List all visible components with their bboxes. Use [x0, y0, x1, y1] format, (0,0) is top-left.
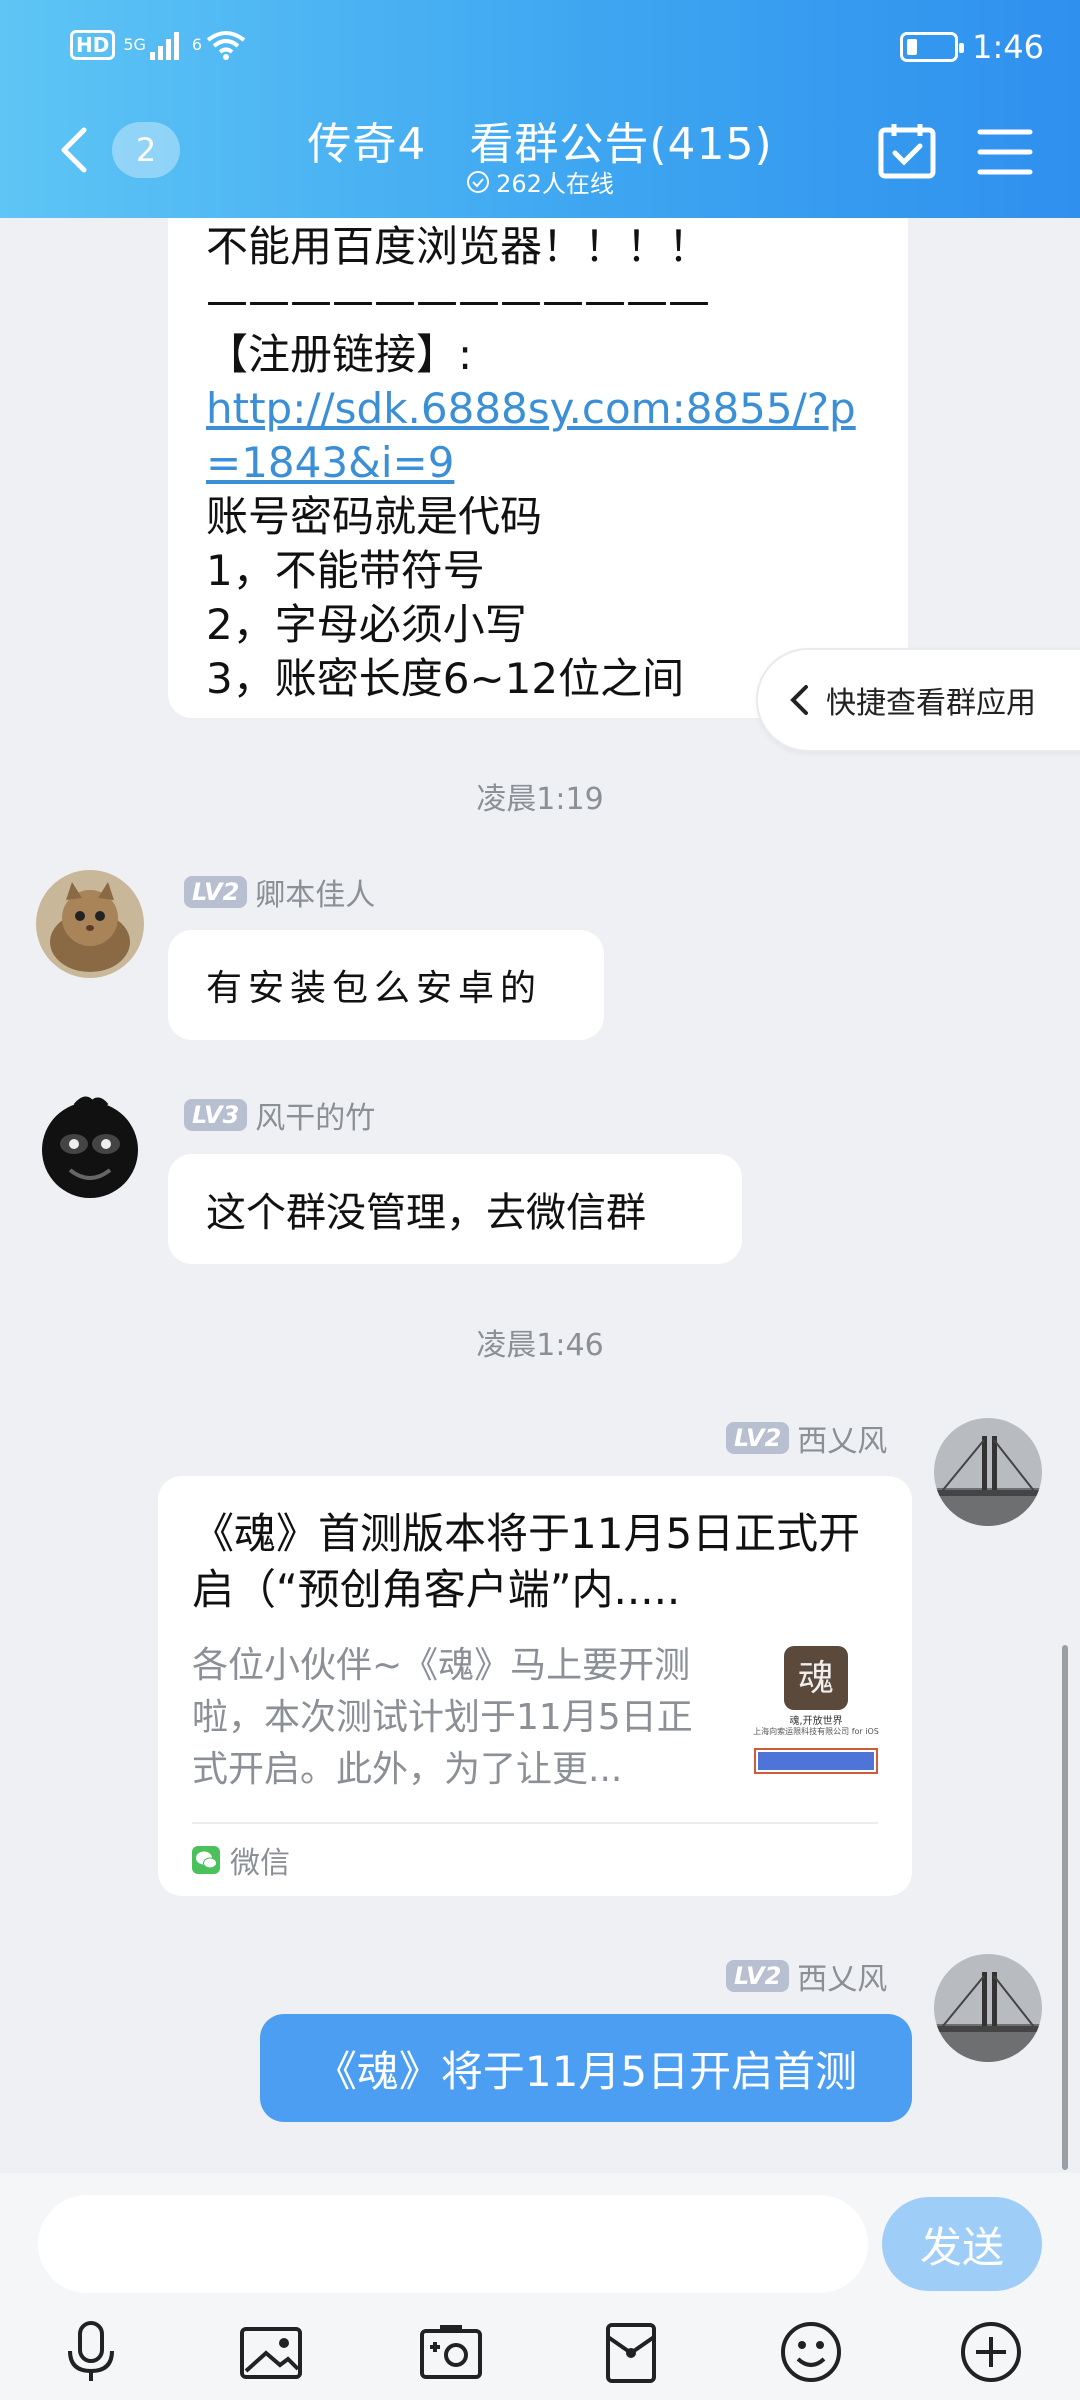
article-thumbnail: 魂 魂,开放世界 上海向索运限科技有限公司 for iOS	[742, 1644, 890, 1786]
message-bubble[interactable]: 这个群没管理，去微信群	[168, 1154, 742, 1264]
thumb-company: 上海向索运限科技有限公司 for iOS	[753, 1727, 879, 1736]
message-input[interactable]	[38, 2195, 868, 2293]
quick-app-label: 快捷查看群应用	[826, 686, 1036, 721]
article-title: 《魂》首测版本将于11月5日正式开启（“预创角客户端”内.....	[192, 1509, 861, 1614]
hd-icon: HD	[70, 30, 116, 60]
message-list[interactable]: 不能用百度浏览器！！！！ ———————————— 【注册链接】: http:/…	[0, 218, 1080, 2173]
message-bubble-self[interactable]: 《魂》将于11月5日开启首测	[260, 2014, 912, 2122]
sender-row: LV2 西乂风	[726, 1954, 887, 1998]
emoji-icon[interactable]	[776, 2317, 846, 2387]
camera-icon[interactable]	[416, 2317, 486, 2387]
message-bubble[interactable]: 有安装包么安卓的	[168, 930, 604, 1040]
chat-header: HD 5G 6 1:46 2 传奇4 看群公告(415) 262人在线	[0, 0, 1080, 218]
wechat-icon	[192, 1846, 220, 1874]
sender-row: LV2 卿本佳人	[184, 870, 375, 914]
shared-article-card[interactable]: 《魂》首测版本将于11月5日正式开启（“预创角客户端”内..... 各位小伙伴~…	[158, 1476, 912, 1896]
status-left: HD 5G 6	[70, 30, 246, 60]
level-badge: LV2	[726, 1960, 790, 1992]
group-name: 传奇4	[307, 119, 427, 170]
battery-icon	[900, 32, 965, 62]
wifi-icon	[206, 31, 246, 60]
message-text: 有安装包么安卓的	[206, 968, 543, 1009]
online-check-icon	[467, 170, 490, 193]
timestamp: 凌晨1:19	[476, 782, 604, 817]
sender-name[interactable]: 西乂风	[797, 1954, 887, 1998]
register-link[interactable]: http://sdk.6888sy.com:8855/?p=1843&i=9	[206, 382, 870, 490]
sender-name[interactable]: 西乂风	[797, 1416, 887, 1460]
svg-text:魂: 魂	[798, 1658, 834, 1699]
level-badge: LV2	[184, 876, 248, 908]
announcement-line: 账号密码就是代码	[206, 492, 543, 541]
signal-icon	[149, 32, 179, 60]
avatar-cat[interactable]	[36, 870, 144, 978]
sender-row: LV2 西乂风	[726, 1416, 887, 1460]
sender-name[interactable]: 卿本佳人	[255, 870, 375, 914]
announcement-line: 不能用百度浏览器！！！！	[206, 222, 711, 271]
status-right: 1:46	[900, 28, 1044, 66]
nav-bar: 2 传奇4 看群公告(415) 262人在线	[0, 100, 1080, 218]
message-bubble-announcement[interactable]: 不能用百度浏览器！！！！ ———————————— 【注册链接】: http:/…	[168, 218, 908, 718]
announcement-line: ————————————	[206, 276, 710, 325]
avatar-self-bridge[interactable]	[934, 1418, 1042, 1526]
article-description: 各位小伙伴~《魂》马上要开测啦，本次测试计划于11月5日正式开启。此外，为了让更…	[192, 1645, 693, 1790]
divider	[192, 1822, 878, 1824]
menu-icon[interactable]	[976, 126, 1034, 178]
battery-level	[907, 39, 918, 55]
thumb-caption: 魂,开放世界	[789, 1716, 843, 1727]
status-bar: HD 5G 6 1:46	[0, 0, 1080, 100]
sender-row: LV3 风干的竹	[184, 1093, 375, 1137]
avatar-black-smiley[interactable]	[36, 1092, 144, 1200]
source-name: 微信	[230, 1846, 290, 1881]
announcement-line: 【注册链接】:	[206, 330, 473, 379]
level-badge: LV2	[726, 1422, 790, 1454]
article-source: 微信	[192, 1838, 290, 1882]
message-text: 这个群没管理，去微信群	[206, 1190, 646, 1236]
avatar-self-bridge[interactable]	[934, 1954, 1042, 2062]
online-count: 262人在线	[496, 170, 614, 198]
red-packet-icon[interactable]	[596, 2317, 666, 2387]
chevron-left-icon	[790, 685, 808, 715]
sender-name[interactable]: 风干的竹	[255, 1093, 375, 1137]
thumb-button	[754, 1748, 878, 1774]
microphone-icon[interactable]	[56, 2317, 126, 2387]
send-button[interactable]: 发送	[882, 2197, 1042, 2291]
image-icon[interactable]	[236, 2317, 306, 2387]
scrollbar[interactable]	[1062, 1645, 1068, 2170]
timestamp: 凌晨1:46	[476, 1328, 604, 1363]
wifi-label: 6	[191, 35, 203, 54]
input-area: 发送	[0, 2173, 1080, 2400]
message-text: 《魂》将于11月5日开启首测	[314, 2046, 858, 2096]
quick-group-apps-button[interactable]: 快捷查看群应用	[756, 648, 1080, 752]
clock: 1:46	[972, 28, 1044, 66]
level-badge: LV3	[184, 1099, 248, 1131]
input-toolbar	[0, 2313, 1080, 2393]
announcement-line: 1，不能带符号	[206, 546, 485, 595]
announcement-line: 2，字母必须小写	[206, 600, 527, 649]
calendar-check-icon[interactable]	[876, 120, 938, 182]
announcement-link[interactable]: 看群公告(415)	[469, 119, 772, 170]
plus-icon[interactable]	[956, 2317, 1026, 2387]
network-type: 5G	[123, 35, 146, 54]
